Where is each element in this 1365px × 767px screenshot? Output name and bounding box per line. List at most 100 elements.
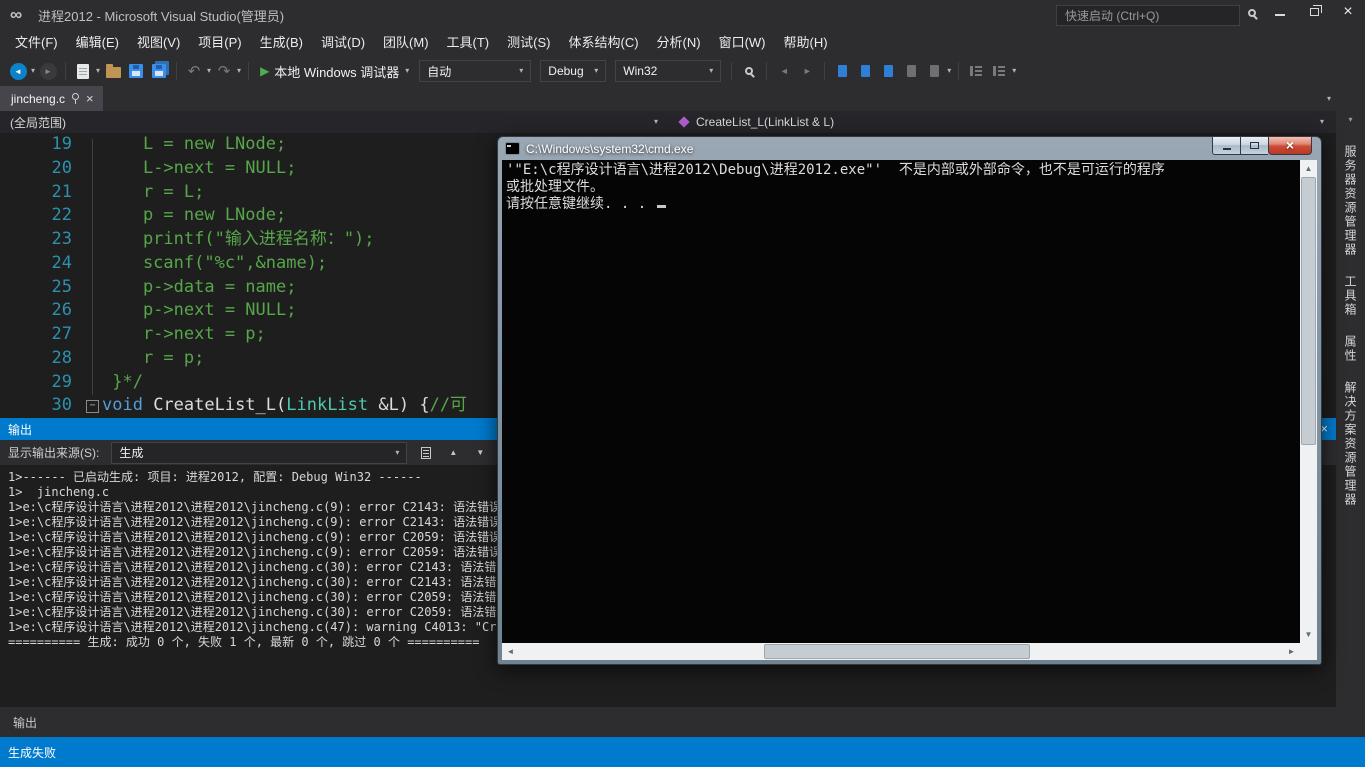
menu-item[interactable]: 帮助(H) <box>775 30 837 56</box>
side-tab[interactable]: 服务器资源管理器 <box>1342 145 1359 257</box>
solution-configuration-dropdown[interactable]: Debug <box>540 60 606 82</box>
fold-collapse-icon[interactable] <box>84 394 102 418</box>
output-source-label: 显示输出来源(S): <box>8 444 99 461</box>
minimize-icon <box>1275 14 1285 16</box>
navigate-backward-button[interactable] <box>8 60 28 82</box>
cmd-close-button[interactable] <box>1268 137 1312 155</box>
play-icon <box>260 62 269 80</box>
scroll-down-icon[interactable] <box>1300 626 1317 643</box>
navigate-forward-text-button[interactable] <box>797 60 817 82</box>
toggle-bookmark-button[interactable] <box>832 60 852 82</box>
uncomment-selection-button[interactable] <box>989 60 1009 82</box>
back-history-caret-icon[interactable] <box>31 67 35 75</box>
configuration-value: Debug <box>548 64 583 78</box>
menu-item[interactable]: 视图(V) <box>128 30 189 56</box>
menu-item[interactable]: 团队(M) <box>374 30 438 56</box>
menu-item[interactable]: 文件(F) <box>6 30 67 56</box>
cmd-minimize-button[interactable] <box>1212 137 1240 155</box>
scroll-right-icon[interactable] <box>1283 643 1300 660</box>
quick-launch-input[interactable]: 快速启动 (Ctrl+Q) <box>1056 5 1240 26</box>
new-file-button[interactable] <box>73 60 93 82</box>
find-in-files-button[interactable] <box>739 60 759 82</box>
next-bookmark-folder-button[interactable] <box>924 60 944 82</box>
side-tab[interactable]: 解决方案资源管理器 <box>1342 381 1359 507</box>
menu-item[interactable]: 窗口(W) <box>710 30 775 56</box>
navigate-forward-button[interactable] <box>38 60 58 82</box>
start-debugging-button[interactable]: 本地 Windows 调试器 <box>256 60 413 82</box>
tab-list-caret-icon[interactable] <box>1327 95 1331 103</box>
rail-caret-icon[interactable] <box>1348 116 1352 124</box>
menu-item[interactable]: 体系结构(C) <box>559 30 647 56</box>
comment-selection-button[interactable] <box>966 60 986 82</box>
output-source-dropdown[interactable]: 生成 <box>111 442 407 464</box>
bookmark-folder-next-icon <box>930 65 939 77</box>
method-icon <box>678 116 689 127</box>
cmd-console[interactable]: '"E:\c程序设计语言\进程2012\Debug\进程2012.exe"' 不… <box>502 160 1317 660</box>
next-message-button[interactable] <box>469 443 491 463</box>
horizontal-scroll-thumb[interactable] <box>764 644 1030 659</box>
cmd-maximize-button[interactable] <box>1240 137 1268 155</box>
restore-icon <box>1310 8 1319 16</box>
toolbar-separator <box>248 62 249 80</box>
debug-target-caret-icon[interactable] <box>405 67 409 75</box>
fold-margin <box>84 228 102 252</box>
redo-caret-icon[interactable] <box>237 67 241 75</box>
toolbar-separator <box>176 62 177 80</box>
member-dropdown[interactable]: CreateList_L(LinkList & L) <box>670 111 1336 133</box>
new-file-caret-icon[interactable] <box>96 67 100 75</box>
undo-caret-icon[interactable] <box>207 67 211 75</box>
menu-item[interactable]: 生成(B) <box>251 30 312 56</box>
line-number: 29 <box>0 371 84 395</box>
navigate-back-text-button[interactable] <box>774 60 794 82</box>
menu-item[interactable]: 工具(T) <box>438 30 499 56</box>
cmd-window[interactable]: C:\Windows\system32\cmd.exe '"E:\c程序设计语言… <box>497 136 1322 665</box>
vertical-scroll-thumb[interactable] <box>1301 177 1316 445</box>
cmd-horizontal-scrollbar[interactable] <box>502 643 1300 660</box>
undo-button[interactable] <box>184 60 204 82</box>
menu-item[interactable]: 编辑(E) <box>67 30 128 56</box>
save-all-icon <box>152 64 166 78</box>
menu-item[interactable]: 测试(S) <box>498 30 559 56</box>
open-file-button[interactable] <box>103 60 123 82</box>
scope-dropdown[interactable]: (全局范围) <box>0 111 670 133</box>
fold-margin <box>84 323 102 347</box>
next-bookmark-button[interactable] <box>878 60 898 82</box>
redo-button[interactable] <box>214 60 234 82</box>
cmd-vertical-scrollbar[interactable] <box>1300 160 1317 643</box>
side-tab[interactable]: 属性 <box>1342 335 1359 363</box>
scroll-left-icon[interactable] <box>502 643 519 660</box>
save-icon <box>129 64 143 78</box>
toolbar-overflow-caret-icon[interactable] <box>1012 67 1016 75</box>
cmd-window-title: C:\Windows\system32\cmd.exe <box>526 142 693 156</box>
close-button[interactable] <box>1331 0 1365 24</box>
search-icon[interactable] <box>1248 9 1256 17</box>
pin-icon[interactable] <box>72 93 79 100</box>
find-message-button[interactable] <box>415 443 437 463</box>
restore-button[interactable] <box>1297 0 1331 24</box>
previous-bookmark-button[interactable] <box>855 60 875 82</box>
menu-item[interactable]: 分析(N) <box>648 30 710 56</box>
previous-message-button[interactable] <box>442 443 464 463</box>
solution-platform-dropdown[interactable]: Win32 <box>615 60 721 82</box>
member-value: CreateList_L(LinkList & L) <box>696 115 834 129</box>
previous-bookmark-folder-button[interactable] <box>901 60 921 82</box>
close-tab-icon[interactable] <box>86 90 94 108</box>
bookmark-icon <box>838 65 847 77</box>
comment-lines-icon <box>970 66 982 76</box>
quick-launch-placeholder: 快速启动 (Ctrl+Q) <box>1065 7 1159 24</box>
auto-dropdown[interactable]: 自动 <box>419 60 531 82</box>
cmd-titlebar[interactable]: C:\Windows\system32\cmd.exe <box>498 137 1321 160</box>
save-all-button[interactable] <box>149 60 169 82</box>
menu-item[interactable]: 项目(P) <box>189 30 250 56</box>
menu-item[interactable]: 调试(D) <box>312 30 374 56</box>
tab-jincheng-c[interactable]: jincheng.c <box>0 86 103 111</box>
scroll-up-icon[interactable] <box>1300 160 1317 177</box>
cmd-minimize-icon <box>1223 148 1231 150</box>
side-tab[interactable]: 工具箱 <box>1342 275 1359 317</box>
bookmark-group-caret-icon[interactable] <box>947 67 951 75</box>
save-button[interactable] <box>126 60 146 82</box>
output-bottom-tab[interactable]: 输出 <box>4 710 46 735</box>
toolbar-separator <box>766 62 767 80</box>
minimize-button[interactable] <box>1263 0 1297 24</box>
code-text: scanf("%c",&name); <box>102 252 327 276</box>
